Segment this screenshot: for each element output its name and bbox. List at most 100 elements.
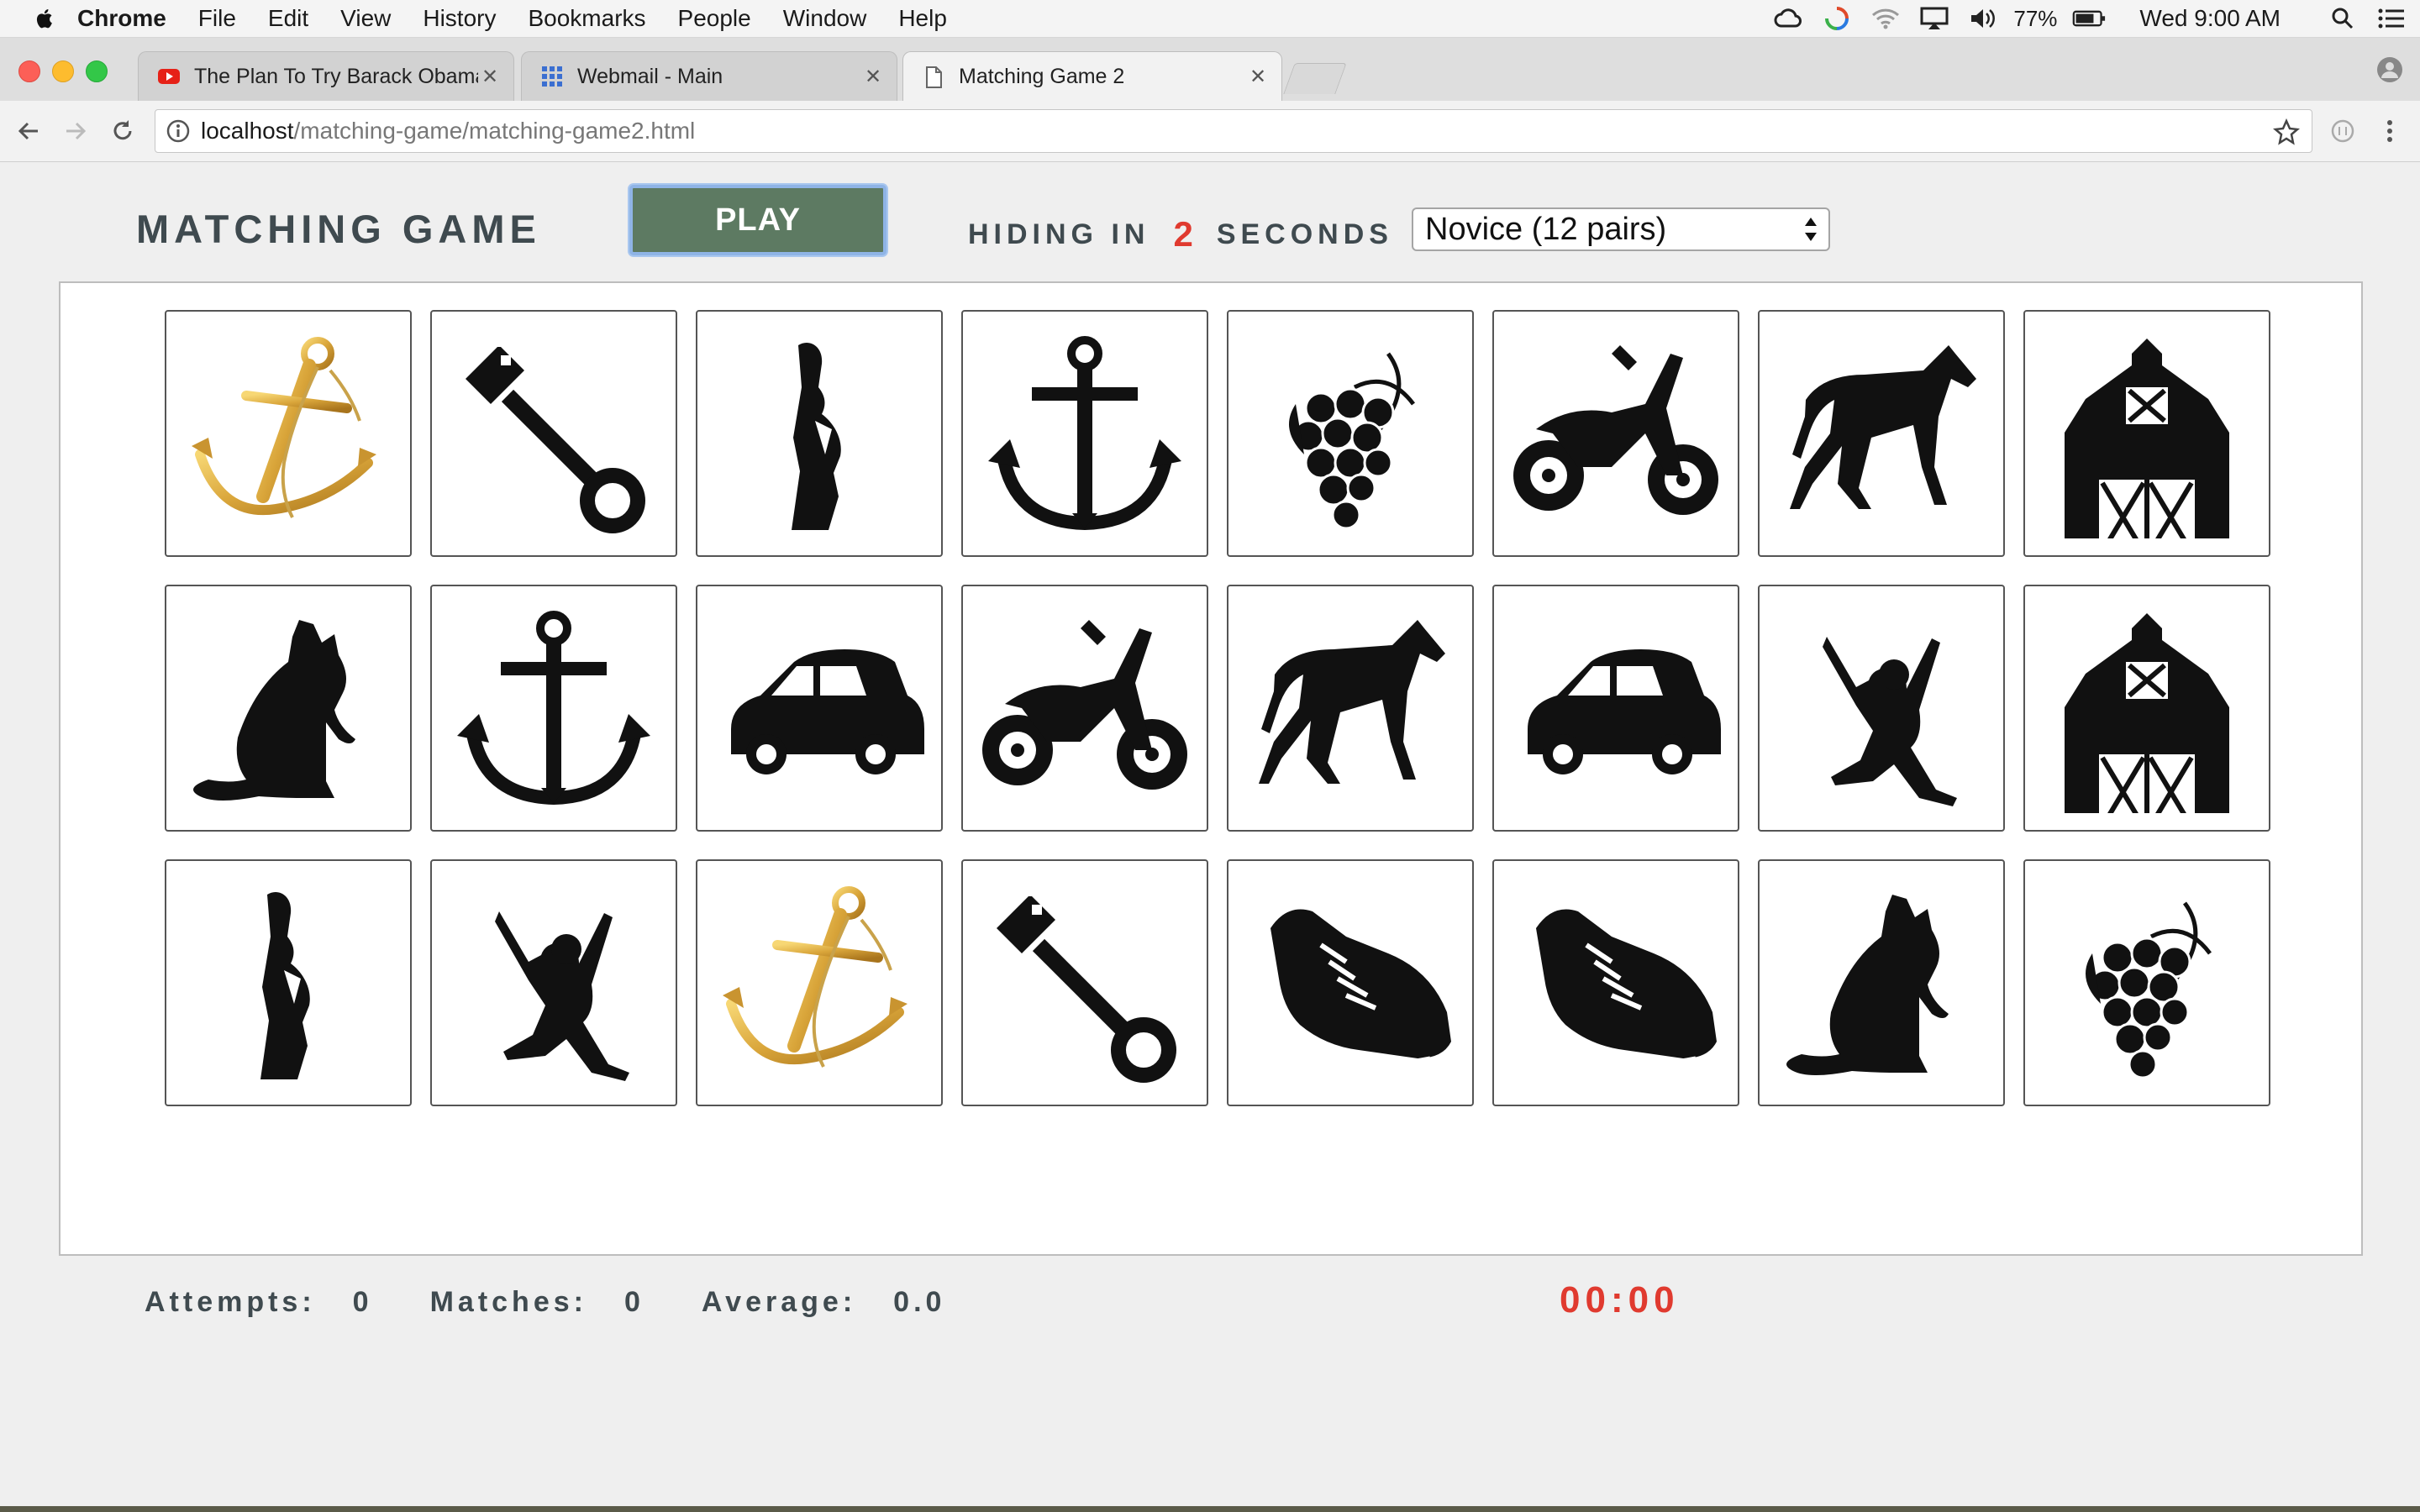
tab-webmail[interactable]: Webmail - Main ✕ [521, 51, 897, 101]
card-barn[interactable] [2023, 585, 2270, 832]
creative-cloud-icon[interactable] [1771, 5, 1805, 32]
sneaker-icon [1536, 909, 1717, 1068]
info-icon[interactable] [166, 118, 191, 144]
tab-title: Matching Game 2 [959, 65, 1125, 88]
chrome-menu-icon[interactable] [2375, 116, 2405, 146]
menu-people[interactable]: People [678, 5, 751, 32]
forward-icon[interactable] [60, 116, 91, 146]
tab-close-icon[interactable]: ✕ [1246, 66, 1270, 89]
matches-label: Matches: [429, 1286, 587, 1318]
back-icon[interactable] [13, 116, 44, 146]
menu-app-name[interactable]: Chrome [77, 5, 166, 32]
motorcycle-icon [982, 620, 1187, 790]
airplay-icon[interactable] [1918, 5, 1951, 32]
window-close-button[interactable] [18, 60, 40, 82]
card-golden-anchor[interactable] [696, 859, 943, 1106]
card-anchor[interactable] [430, 585, 677, 832]
card-cat[interactable] [1758, 859, 2005, 1106]
tab-close-icon[interactable]: ✕ [478, 65, 502, 88]
grapes-icon [2086, 901, 2212, 1079]
cat-icon [193, 620, 355, 801]
difficulty-select[interactable]: Novice (12 pairs) [1412, 207, 1830, 251]
card-cat[interactable] [165, 585, 412, 832]
grapes-icon [1289, 352, 1415, 530]
bookmark-star-icon[interactable] [2273, 118, 2300, 145]
hiding-suffix: SECONDS [1216, 218, 1393, 250]
window-minimize-button[interactable] [52, 60, 74, 82]
card-jumping-person[interactable] [430, 859, 677, 1106]
average-label: Average: [701, 1286, 857, 1318]
url-path: /matching-game/matching-game2.html [293, 118, 696, 144]
select-arrows-icon [1805, 218, 1817, 241]
horse-icon [1790, 345, 1976, 509]
tab-youtube[interactable]: The Plan To Try Barack Obama ✕ [138, 51, 514, 101]
address-bar[interactable]: localhost/matching-game/matching-game2.h… [155, 109, 2312, 153]
card-golden-anchor[interactable] [165, 310, 412, 557]
menu-view[interactable]: View [340, 5, 391, 32]
golden-anchor-icon [192, 337, 376, 518]
menu-help[interactable]: Help [898, 5, 947, 32]
card-sneaker[interactable] [1227, 859, 1474, 1106]
profile-icon[interactable] [2376, 56, 2403, 83]
sneaker-icon [1270, 909, 1451, 1068]
game-board [59, 281, 2363, 1256]
menu-edit[interactable]: Edit [268, 5, 308, 32]
card-person-silhouette[interactable] [696, 310, 943, 557]
tab-matching-game[interactable]: Matching Game 2 ✕ [902, 51, 1282, 102]
play-button[interactable]: PLAY [629, 185, 886, 255]
card-motorcycle[interactable] [1492, 310, 1739, 557]
card-car[interactable] [1492, 585, 1739, 832]
extension-icon[interactable] [2328, 116, 2358, 146]
volume-icon[interactable] [1966, 5, 2000, 32]
color-sync-icon[interactable] [1820, 5, 1854, 32]
menu-bookmarks[interactable]: Bookmarks [528, 5, 645, 32]
tab-close-icon[interactable]: ✕ [861, 65, 885, 88]
person-silhouette-icon [260, 891, 310, 1079]
card-horse[interactable] [1758, 310, 2005, 557]
card-barn[interactable] [2023, 310, 2270, 557]
menu-window[interactable]: Window [783, 5, 867, 32]
browser-tab-strip: The Plan To Try Barack Obama ✕ Webmail -… [0, 38, 2420, 102]
card-grapes[interactable] [1227, 310, 1474, 557]
difficulty-value: Novice (12 pairs) [1425, 211, 1667, 247]
matches-value: 0 [623, 1286, 644, 1318]
tab-title: Webmail - Main [577, 64, 723, 88]
apple-logo-icon[interactable] [34, 8, 54, 29]
card-jumping-person[interactable] [1758, 585, 2005, 832]
hiding-countdown: HIDING IN 2 SECONDS [968, 214, 1393, 255]
card-horse[interactable] [1227, 585, 1474, 832]
menu-file[interactable]: File [198, 5, 236, 32]
game-timer: 00:00 [1560, 1279, 1680, 1320]
average-value: 0.0 [893, 1286, 946, 1318]
grid-icon [542, 66, 562, 87]
macos-menu-bar: Chrome File Edit View History Bookmarks … [0, 0, 2420, 38]
card-car[interactable] [696, 585, 943, 832]
desktop-background [0, 1506, 2420, 1512]
tab-title: The Plan To Try Barack Obama [194, 64, 478, 88]
menu-clock[interactable]: Wed 9:00 AM [2139, 5, 2281, 32]
battery-icon[interactable] [2072, 5, 2106, 32]
reload-icon[interactable] [108, 116, 138, 146]
wifi-icon[interactable] [1869, 5, 1902, 32]
card-key[interactable] [961, 859, 1208, 1106]
window-zoom-button[interactable] [86, 60, 108, 82]
card-key[interactable] [430, 310, 677, 557]
hiding-prefix: HIDING IN [968, 218, 1150, 250]
notification-center-icon[interactable] [2375, 5, 2408, 32]
spotlight-search-icon[interactable] [2326, 5, 2360, 32]
person-silhouette-icon [792, 342, 841, 530]
cat-icon [1786, 895, 1949, 1075]
card-grapes[interactable] [2023, 859, 2270, 1106]
new-tab-button[interactable] [1283, 63, 1347, 94]
battery-percentage: 77% [2013, 5, 2058, 31]
car-icon [731, 649, 924, 774]
card-sneaker[interactable] [1492, 859, 1739, 1106]
card-person-silhouette[interactable] [165, 859, 412, 1106]
card-anchor[interactable] [961, 310, 1208, 557]
horse-icon [1259, 620, 1445, 784]
golden-anchor-icon [723, 886, 908, 1068]
youtube-icon [158, 69, 180, 84]
anchor-icon [988, 336, 1181, 531]
menu-history[interactable]: History [423, 5, 496, 32]
card-motorcycle[interactable] [961, 585, 1208, 832]
